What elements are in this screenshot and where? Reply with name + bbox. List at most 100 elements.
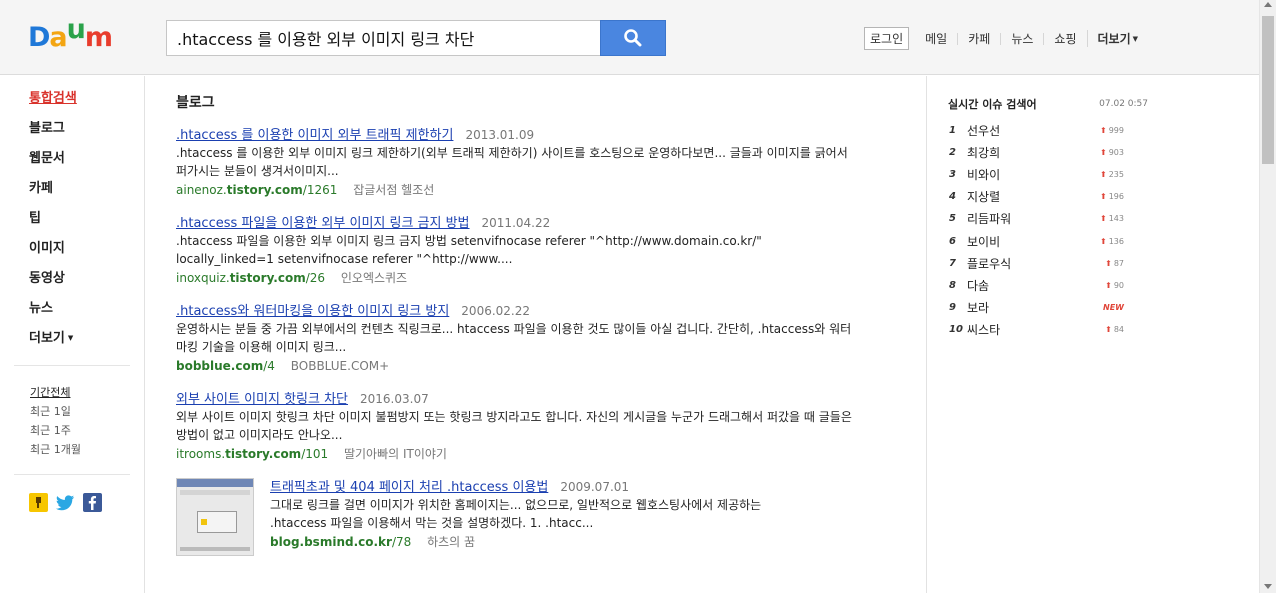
rank-change: ⬆ 903 — [1100, 148, 1124, 157]
url-path: /26 — [305, 271, 326, 285]
change-value: 999 — [1108, 125, 1124, 135]
realtime-item[interactable]: 6 보이비 ⬆ 136 — [949, 230, 1124, 252]
realtime-item[interactable]: 4 지상렬 ⬆ 196 — [949, 186, 1124, 208]
keyword[interactable]: 최강희 — [967, 144, 1100, 161]
result-item: 트래픽초과 및 404 페이지 처리 .htaccess 이용법 2009.07… — [176, 476, 896, 556]
realtime-item[interactable]: 8 다솜 ⬆ 90 — [949, 274, 1124, 296]
result-url[interactable]: blog.bsmind.co.kr/78 — [270, 535, 411, 549]
category-more-label: 더보기 — [29, 331, 65, 346]
nav-mail[interactable]: 메일 — [915, 33, 957, 45]
facebook-icon[interactable] — [83, 493, 102, 512]
up-arrow-icon: ⬆ — [1100, 236, 1107, 246]
result-title[interactable]: .htaccess 를 이용한 이미지 외부 트래픽 제한하기 — [176, 124, 453, 143]
vertical-scrollbar[interactable] — [1259, 0, 1276, 593]
result-item: .htaccess 파일을 이용한 외부 이미지 링크 금지 방법 2011.0… — [176, 212, 896, 286]
scroll-down-arrow-icon[interactable] — [1264, 584, 1272, 589]
result-date: 2006.02.22 — [461, 304, 531, 318]
search-button[interactable] — [600, 20, 666, 56]
keyword[interactable]: 보이비 — [967, 233, 1100, 250]
result-title[interactable]: 트래픽초과 및 404 페이지 처리 .htaccess 이용법 — [270, 476, 548, 495]
category-web[interactable]: 웹문서 — [29, 150, 144, 180]
rank-change: ⬆ 84 — [1105, 325, 1124, 334]
result-url[interactable]: inoxquiz.tistory.com/26 — [176, 271, 325, 285]
url-domain: blog.bsmind.co.kr — [270, 535, 392, 549]
change-value: 136 — [1108, 236, 1124, 246]
twitter-icon[interactable] — [56, 493, 75, 512]
rank: 1 — [949, 124, 956, 136]
header: Daum 로그인 메일 카페 뉴스 쇼핑 더보기▼ — [0, 0, 1259, 75]
result-item: .htaccess와 워터마킹을 이용한 이미지 링크 방지 2006.02.2… — [176, 300, 896, 374]
result-url[interactable]: itrooms.tistory.com/101 — [176, 447, 328, 461]
category-news[interactable]: 뉴스 — [29, 300, 144, 330]
search-box[interactable] — [166, 20, 601, 56]
url-path: /78 — [391, 535, 412, 549]
keyword[interactable]: 비와이 — [967, 166, 1100, 183]
up-arrow-icon: ⬆ — [1100, 169, 1107, 179]
result-url[interactable]: ainenoz.tistory.com/1261 — [176, 183, 337, 197]
rank: 6 — [949, 235, 956, 247]
result-title[interactable]: 외부 사이트 이미지 핫링크 차단 — [176, 388, 348, 407]
category-video[interactable]: 동영상 — [29, 270, 144, 300]
rank-change: ⬆ 136 — [1100, 237, 1124, 246]
keyword[interactable]: 리듬파워 — [967, 210, 1100, 227]
result-source[interactable]: 잡글서점 헬조선 — [353, 183, 434, 197]
realtime-list: 1 선우선 ⬆ 999 2 최강희 ⬆ 903 3 비와이 ⬆ 235 4 지상렬 ⬆ 196 5 리듬파… — [949, 119, 1124, 341]
logo-letter: m — [84, 22, 113, 53]
result-source[interactable]: BOBBLUE.COM+ — [291, 359, 389, 373]
result-source[interactable]: 딸기아빠의 IT이야기 — [344, 447, 447, 461]
rank: 2 — [949, 146, 956, 158]
realtime-item[interactable]: 7 플로우식 ⬆ 87 — [949, 252, 1124, 274]
realtime-item[interactable]: 1 선우선 ⬆ 999 — [949, 119, 1124, 141]
change-value: 84 — [1113, 325, 1124, 335]
result-source[interactable]: 인오엑스퀴즈 — [341, 271, 407, 285]
caret-down-icon: ▼ — [1132, 35, 1139, 43]
period-1day[interactable]: 최근 1일 — [30, 403, 144, 422]
rank: 8 — [949, 279, 956, 291]
realtime-item[interactable]: 10 씨스타 ⬆ 84 — [949, 319, 1124, 341]
nav-cafe[interactable]: 카페 — [957, 32, 1000, 45]
category-tip[interactable]: 팁 — [29, 210, 144, 240]
keyword[interactable]: 플로우식 — [967, 255, 1105, 272]
result-url[interactable]: bobblue.com/4 — [176, 359, 275, 373]
keyword[interactable]: 씨스타 — [967, 321, 1105, 338]
url-path: /1261 — [302, 183, 338, 197]
category-cafe[interactable]: 카페 — [29, 180, 144, 210]
rank-change: ⬆ 235 — [1100, 170, 1124, 179]
keyword[interactable]: 지상렬 — [967, 188, 1100, 205]
result-title[interactable]: .htaccess 파일을 이용한 외부 이미지 링크 금지 방법 — [176, 212, 470, 231]
scroll-up-arrow-icon[interactable] — [1264, 2, 1272, 7]
category-image[interactable]: 이미지 — [29, 240, 144, 270]
result-source[interactable]: 하츠의 꿈 — [427, 535, 475, 549]
url-host: itrooms. — [176, 447, 226, 461]
result-title[interactable]: .htaccess와 워터마킹을 이용한 이미지 링크 방지 — [176, 300, 449, 319]
kakaostory-icon[interactable] — [29, 493, 48, 512]
period-all[interactable]: 기간전체 — [30, 384, 144, 403]
daum-logo[interactable]: Daum — [28, 16, 113, 53]
realtime-item[interactable]: 9 보라 NEW — [949, 297, 1124, 319]
scrollbar-thumb[interactable] — [1262, 16, 1274, 164]
keyword[interactable]: 보라 — [967, 299, 1103, 316]
rank: 10 — [949, 324, 963, 336]
nav-shopping[interactable]: 쇼핑 — [1043, 32, 1086, 45]
change-value: 903 — [1108, 147, 1124, 157]
rank: 3 — [949, 168, 956, 180]
nav-more[interactable]: 더보기 ▼ — [1086, 30, 1139, 47]
url-host: ainenoz. — [176, 183, 227, 197]
result-thumbnail[interactable] — [176, 478, 254, 556]
search-input[interactable] — [177, 28, 601, 48]
category-blog[interactable]: 블로그 — [29, 120, 144, 150]
keyword[interactable]: 선우선 — [967, 122, 1100, 139]
up-arrow-icon: ⬆ — [1100, 147, 1107, 157]
login-button[interactable]: 로그인 — [864, 27, 910, 50]
period-1month[interactable]: 최근 1개월 — [30, 441, 144, 460]
url-domain: tistory.com — [225, 447, 302, 461]
url-host: inoxquiz. — [176, 271, 230, 285]
keyword[interactable]: 다솜 — [967, 277, 1105, 294]
realtime-item[interactable]: 3 비와이 ⬆ 235 — [949, 163, 1124, 185]
period-1week[interactable]: 최근 1주 — [30, 422, 144, 441]
category-all[interactable]: 통합검색 — [29, 90, 144, 120]
nav-news[interactable]: 뉴스 — [1000, 32, 1043, 45]
realtime-item[interactable]: 5 리듬파워 ⬆ 143 — [949, 208, 1124, 230]
category-more[interactable]: 더보기 ▼ — [29, 330, 144, 360]
realtime-item[interactable]: 2 최강희 ⬆ 903 — [949, 141, 1124, 163]
